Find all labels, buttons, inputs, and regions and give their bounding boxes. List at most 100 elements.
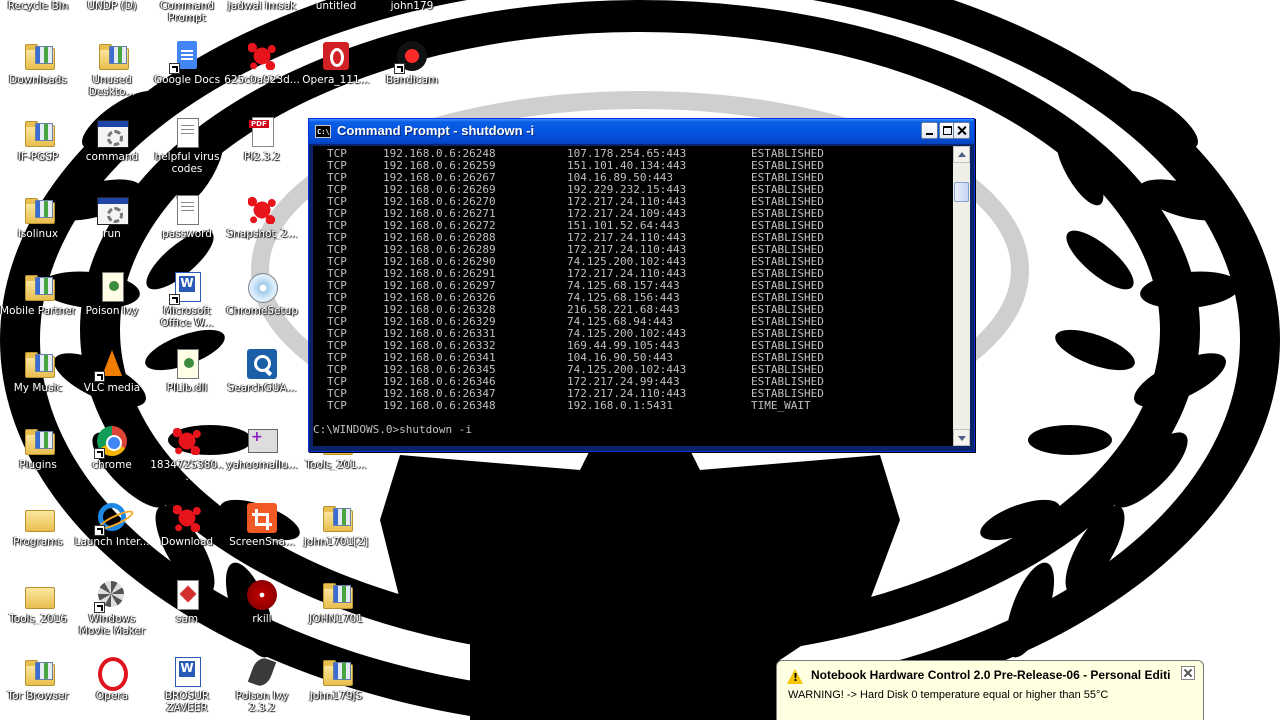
notification-title: Notebook Hardware Control 2.0 Pre-Releas… [811,668,1171,682]
desktop-icon-pilib-dll[interactable]: PILib.dll [149,348,225,394]
desktop-icon-label: Download [160,536,214,548]
desktop-icon-label: password [162,228,212,240]
desktop-icon-label: Snapshot_2... [226,228,298,240]
desktop-icon-label: Unused Deskto... [88,74,136,98]
desktop-icon-label: Windows Movie Maker [78,613,146,637]
desktop-icon-helpful-virus-codes[interactable]: helpful virus codes [149,117,225,175]
desktop-icon-label: 625c0a923d... [224,74,300,86]
desktop-icon-label: Tor Browser [7,690,69,702]
notification-close-button[interactable] [1181,666,1195,680]
window-title: Command Prompt - shutdown -i [337,123,535,138]
red-splat-icon [246,194,278,226]
pdf-icon [246,117,278,149]
desktop-icon-john1701[interactable]: JOHN1701 [298,579,374,625]
desktop-icon-label: SearchGUA... [227,382,297,394]
search-icon [246,348,278,380]
desktop-icon-chrome[interactable]: chrome [74,425,150,471]
yahoo-icon [246,425,278,457]
minimize-button[interactable] [921,122,938,139]
desktop-icon-label: helpful virus codes [154,151,220,175]
desktop-icon-poison-ivy[interactable]: Poison Ivy [74,271,150,317]
command-prompt-icon[interactable]: C:\ [315,125,331,138]
red-document-icon [171,579,203,611]
desktop-icon-tools-2016[interactable]: Tools_2016 [0,579,76,625]
desktop-icon-label: john179jS [309,690,363,702]
desktop-icon-label: VLC media [83,382,141,394]
desktop-icon-programs[interactable]: Programs [0,502,76,548]
desktop-icon-opera-installer[interactable]: Opera_111... [298,40,374,86]
desktop-icon-label: Opera [95,690,129,702]
leaf-icon [246,655,278,689]
desktop-icon-bandicam[interactable]: Bandicam [374,40,450,86]
vertical-scrollbar[interactable] [953,146,970,446]
desktop-icon-label: Tools_2016 [9,613,67,625]
desktop-icon-mobile-partner[interactable]: Mobile Partner [0,271,76,317]
desktop-icon-rkill[interactable]: rkill [224,579,300,625]
scroll-up-button[interactable] [953,146,970,163]
desktop-icon-my-music[interactable]: My Music [0,348,76,394]
desktop-icon-625c0a923d[interactable]: 625c0a923d... [224,40,300,86]
desktop-icon-download[interactable]: Download [149,502,225,548]
desktop-icon-google-docs[interactable]: Google Docs [149,40,225,86]
desktop-icon-snapshot[interactable]: Snapshot_2... [224,194,300,240]
google-docs-icon [169,40,203,74]
folder-icon [22,194,55,226]
desktop-icon-launch-internet[interactable]: Launch Inter... [74,502,150,548]
desktop-icon-command[interactable]: command [74,117,150,163]
close-button[interactable] [953,122,970,139]
desktop-icon-john179js[interactable]: john179jS [298,656,374,702]
folder-icon [22,656,55,688]
scroll-down-button[interactable] [953,429,970,446]
console-output[interactable]: TCP 192.168.0.6:26248 107.178.254.65:443 ES… [313,146,953,446]
desktop-icon-tor-browser[interactable]: Tor Browser [0,656,76,702]
desktop-icon-label: Poison Ivy [85,305,139,317]
desktop-icon-label: sam [175,613,199,625]
desktop-icon-label: PILib.dll [166,382,208,394]
desktop-icon-label: chrome [92,459,132,471]
desktop-icon-searchgua[interactable]: SearchGUA... [224,348,300,394]
desktop-icon-if-pgsp[interactable]: IF-PGSP [0,117,76,163]
command-prompt-window[interactable]: C:\ Command Prompt - shutdown -i TCP 192.… [308,118,975,452]
desktop-icon-downloads[interactable]: Downloads [0,40,76,86]
text-document-icon [171,117,203,149]
desktop-icon-password[interactable]: password [149,194,225,240]
desktop-icon-microsoft-office-word[interactable]: Microsoft Office W... [149,271,225,329]
desktop-icon-label: Command Prompt [160,0,214,24]
desktop-icon-john1701-2[interactable]: john1701[2] [298,502,374,548]
console-area[interactable]: TCP 192.168.0.6:26248 107.178.254.65:443 ES… [313,146,970,446]
desktop-icon-windows-movie-maker[interactable]: Windows Movie Maker [74,579,150,637]
command-prompt-line[interactable]: C:\WINDOWS.0>shutdown -i [313,424,472,436]
desktop-icon-label: untitled [315,0,357,12]
desktop-icon-brosur-zaveer[interactable]: BROSUR ZAVEER [149,656,225,714]
folder-icon [22,117,55,149]
window-titlebar[interactable]: C:\ Command Prompt - shutdown -i [309,119,974,144]
notification-balloon[interactable]: Notebook Hardware Control 2.0 Pre-Releas… [776,660,1204,720]
desktop-icon-vlc-media[interactable]: VLC media [74,348,150,394]
desktop-icon-chromesetup[interactable]: ChromeSetup [224,271,300,317]
desktop-icon-1834725380[interactable]: 1834725380... [149,425,225,483]
cd-installer-icon [246,271,278,303]
desktop-icon-label: UNDP (D) [87,0,137,12]
desktop-icon-label: Bandicam [385,74,439,86]
desktop-icon-yahoomail[interactable]: yahoomailu... [224,425,300,471]
desktop-icon-screensnap[interactable]: ScreenSna... [224,502,300,548]
desktop-icon-unused-desktop[interactable]: Unused Deskto... [74,40,150,98]
text-document-icon [171,194,203,226]
scrollbar-thumb[interactable] [954,182,969,202]
desktop-icon-label: My Music [13,382,63,394]
desktop-icon-run[interactable]: run [74,194,150,240]
desktop-icon-poison-ivy-232[interactable]: Poison Ivy 2.3.2 [224,655,300,714]
chrome-icon [94,425,128,459]
connection-protocol: TCP [327,399,347,412]
warning-icon [787,669,803,684]
folder-icon [22,425,55,457]
desktop-icon-label: Tools_201... [305,459,367,471]
desktop-icon-isolinux[interactable]: isolinux [0,194,76,240]
desktop-icon-pi232[interactable]: PI2.3.2 [224,117,300,163]
desktop-icon-opera[interactable]: Opera [74,656,150,702]
desktop-icon-plugins[interactable]: Plugins [0,425,76,471]
desktop-icon-label: IF-PGSP [17,151,59,163]
desktop-icon-sam[interactable]: sam [149,579,225,625]
desktop-icon-label: ChromeSetup [226,305,298,317]
desktop-icon-label: command [85,151,139,163]
